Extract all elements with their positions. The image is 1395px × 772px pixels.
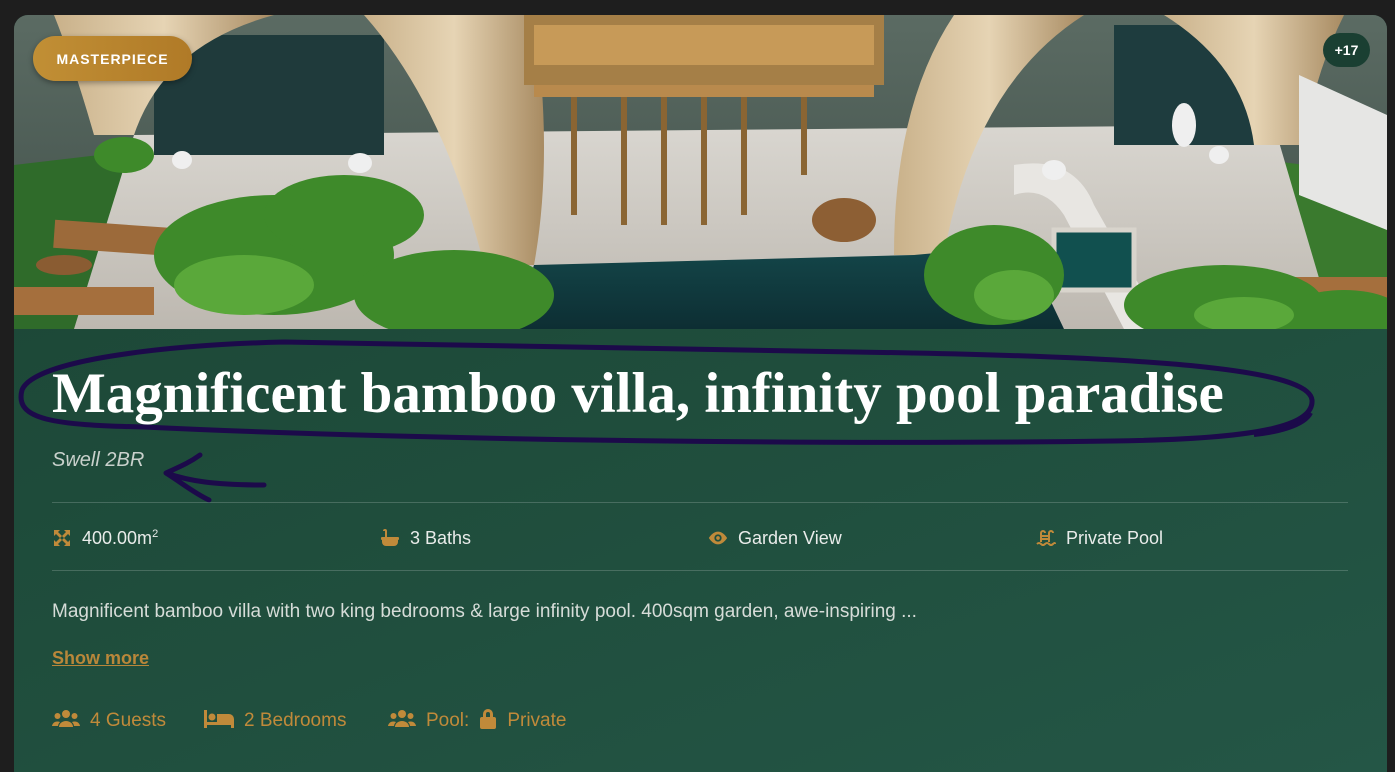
divider (52, 502, 1348, 503)
feature-pool: Private Pool (1036, 527, 1163, 549)
bathtub-icon (380, 528, 400, 548)
feature-area: 400.00m2 (52, 527, 158, 549)
bedrooms-label: 2 Bedrooms (244, 710, 347, 731)
lock-icon (479, 708, 497, 735)
feature-baths-label: 3 Baths (410, 527, 472, 548)
pool-icon (1036, 528, 1056, 548)
guests-label: 4 Guests (90, 710, 167, 731)
photo-count-badge[interactable]: +17 (1323, 33, 1370, 67)
villa-photo-illustration (14, 15, 1387, 329)
bed-icon (204, 709, 234, 734)
pool-value-label: Private (507, 710, 567, 731)
listing-subtitle: Swell 2BR (52, 449, 145, 471)
guests-icon (52, 709, 80, 734)
area-icon (52, 528, 72, 548)
users-icon (388, 709, 416, 734)
pool-prefix-label: Pool: (426, 710, 470, 731)
listing-description: Magnificent bamboo villa with two king b… (52, 601, 917, 622)
listing-title: Magnificent bamboo villa, infinity pool … (52, 362, 1224, 425)
feature-baths: 3 Baths (380, 527, 471, 549)
stat-bedrooms: 2 Bedrooms (204, 709, 346, 733)
feature-view: Garden View (708, 527, 842, 549)
masterpiece-badge: MASTERPIECE (33, 36, 192, 81)
stat-guests: 4 Guests (52, 709, 166, 733)
feature-pool-label: Private Pool (1066, 527, 1164, 548)
listing-card[interactable]: MASTERPIECE +17 Magnificent bamboo villa… (14, 15, 1387, 772)
villa-photo[interactable]: MASTERPIECE +17 (14, 15, 1387, 329)
feature-view-label: Garden View (738, 527, 842, 548)
divider (52, 570, 1348, 571)
eye-icon (708, 528, 728, 548)
stat-pool: Pool: Private (388, 708, 567, 735)
feature-area-label: 400.00m2 (82, 527, 159, 548)
show-more-link[interactable]: Show more (52, 648, 149, 669)
